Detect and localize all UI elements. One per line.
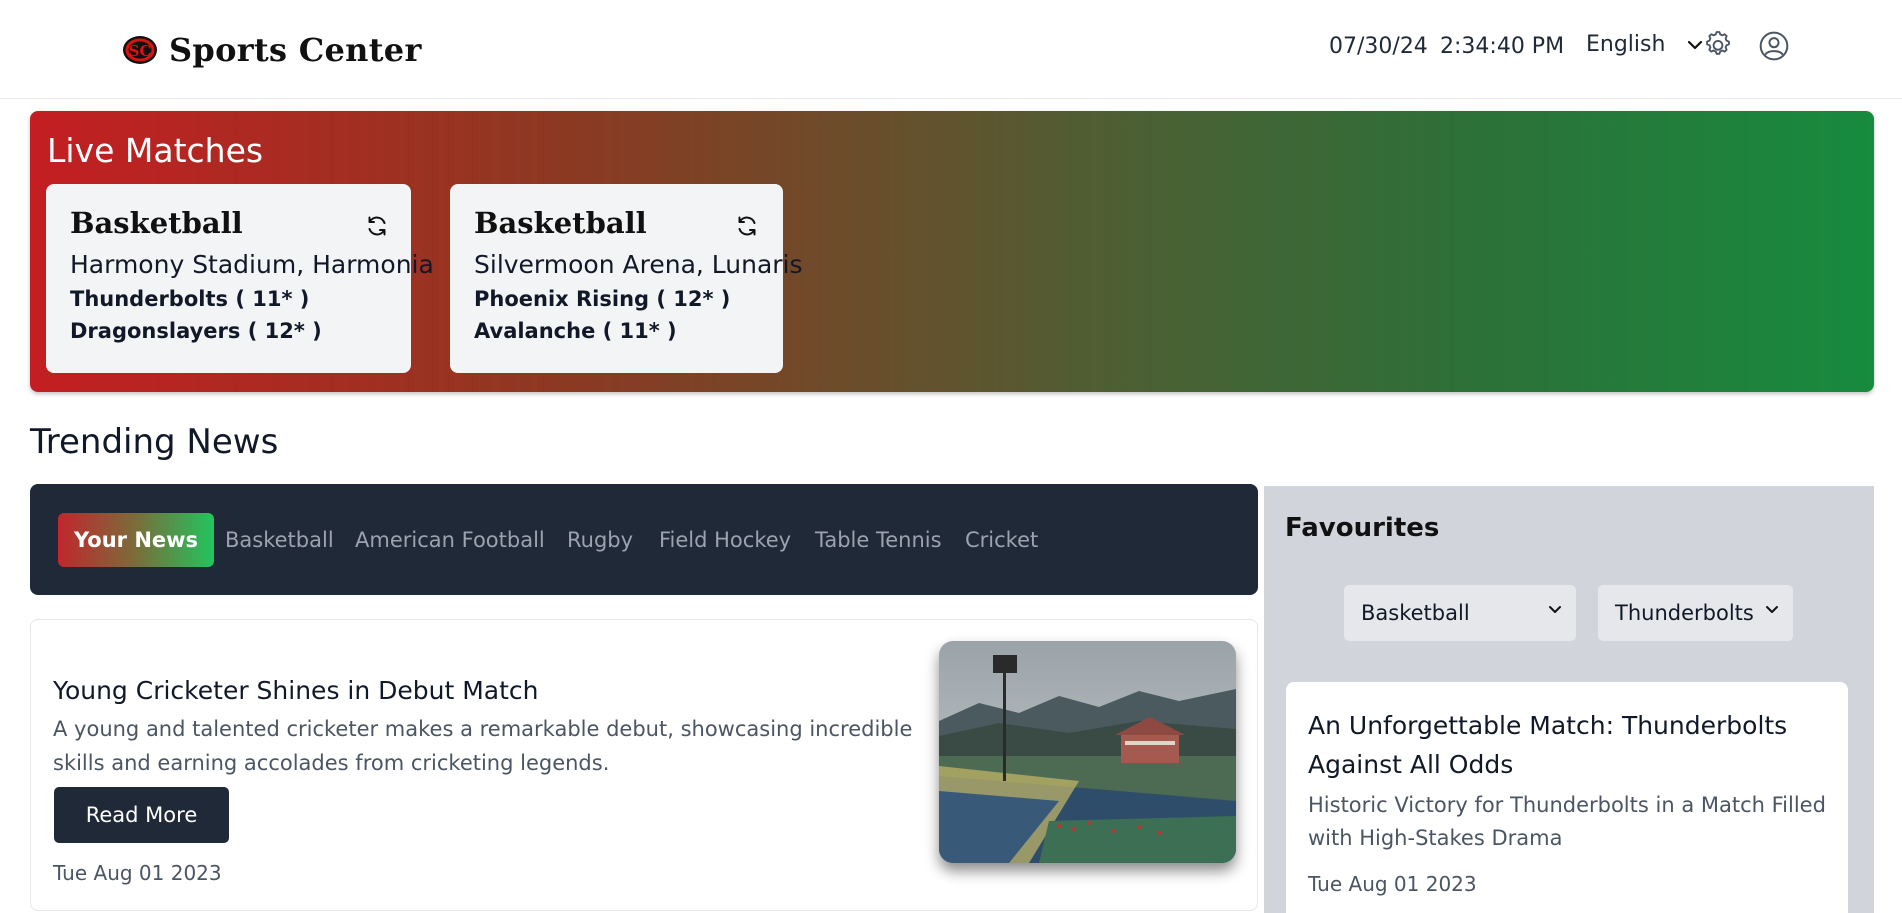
news-article-card: Young Cricketer Shines in Debut Match A … (30, 619, 1258, 911)
chevron-down-icon (1766, 606, 1778, 613)
logo-ball-icon: SC (123, 36, 157, 64)
news-article-description: A young and talented cricketer makes a r… (53, 717, 913, 775)
match-venue: Silvermoon Arena, Lunaris (474, 250, 803, 279)
user-circle-icon[interactable] (1758, 30, 1790, 62)
tab-table-tennis[interactable]: Table Tennis (815, 513, 942, 567)
tab-field-hockey[interactable]: Field Hockey (659, 513, 791, 567)
favourite-article-description: Historic Victory for Thunderbolts in a M… (1308, 793, 1826, 850)
language-label: English (1586, 32, 1666, 57)
match-sport: Basketball (70, 206, 243, 240)
match-sport: Basketball (474, 206, 647, 240)
news-article-title[interactable]: Young Cricketer Shines in Debut Match (53, 676, 539, 705)
tab-american-football[interactable]: American Football (355, 513, 545, 567)
refresh-icon[interactable] (365, 214, 389, 238)
language-select[interactable]: English (1586, 32, 1703, 57)
tab-basketball[interactable]: Basketball (225, 513, 334, 567)
match-team-away: Avalanche ( 11* ) (474, 319, 677, 343)
match-team-home: Phoenix Rising ( 12* ) (474, 287, 731, 311)
trending-news-title: Trending News (30, 422, 279, 462)
cricket-stadium-image (939, 641, 1236, 863)
news-article-date: Tue Aug 01 2023 (53, 861, 222, 885)
tab-cricket[interactable]: Cricket (965, 513, 1038, 567)
live-matches-title: Live Matches (47, 131, 264, 170)
favourite-article-card[interactable]: An Unforgettable Match: Thunderbolts Aga… (1286, 682, 1848, 913)
favourite-article-date: Tue Aug 01 2023 (1308, 872, 1477, 896)
current-time: 2:34:40 PM (1440, 34, 1565, 59)
favourite-article-title[interactable]: An Unforgettable Match: Thunderbolts Aga… (1308, 706, 1826, 784)
tab-rugby[interactable]: Rugby (567, 513, 633, 567)
chevron-down-icon (1549, 606, 1561, 613)
svg-text:SC: SC (129, 42, 152, 60)
brand-name: Sports Center (169, 31, 422, 69)
read-more-button[interactable]: Read More (54, 787, 229, 843)
favourites-title: Favourites (1285, 513, 1440, 543)
favourites-panel: Favourites Basketball Thunderbolts An Un… (1264, 486, 1874, 913)
match-card[interactable]: Basketball Silvermoon Arena, Lunaris Pho… (450, 184, 803, 373)
favourite-team-value: Thunderbolts (1615, 601, 1754, 625)
match-team-away: Dragonslayers ( 12* ) (70, 319, 322, 343)
news-category-tabs: Your News Basketball American Football R… (30, 484, 1258, 595)
top-header: SC Sports Center 07/30/24 2:34:40 PM Eng… (0, 0, 1902, 99)
match-venue: Harmony Stadium, Harmonia (70, 250, 434, 279)
match-team-home: Thunderbolts ( 11* ) (70, 287, 310, 311)
favourite-sport-select[interactable]: Basketball (1344, 585, 1576, 641)
gear-icon[interactable] (1702, 30, 1734, 62)
favourite-sport-value: Basketball (1361, 601, 1470, 625)
live-matches-panel: Live Matches Basketball Harmony Stadium,… (30, 111, 1874, 392)
tab-your-news[interactable]: Your News (58, 513, 215, 567)
news-article-image[interactable] (939, 641, 1236, 863)
refresh-icon[interactable] (735, 214, 759, 238)
match-card[interactable]: Basketball Harmony Stadium, Harmonia Thu… (46, 184, 434, 373)
logo-mark: SC (121, 33, 159, 67)
logo[interactable]: SC Sports Center (121, 31, 422, 69)
current-date: 07/30/24 (1329, 34, 1428, 59)
favourite-team-select[interactable]: Thunderbolts (1598, 585, 1793, 641)
